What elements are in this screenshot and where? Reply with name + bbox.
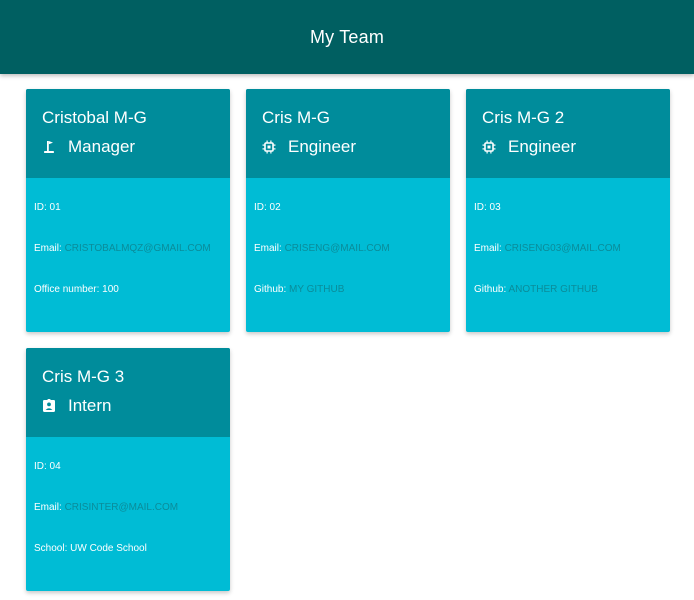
office-number: Office number: 100 (34, 284, 119, 295)
role-row: Engineer (262, 137, 434, 157)
chip-icon (262, 140, 276, 154)
github-row: Github: MY GITHUB (254, 284, 450, 296)
email-row: Email: CRISINTER@MAIL.COM (34, 502, 230, 514)
page-title: My Team (309, 26, 385, 47)
email-label: Email: (34, 502, 62, 513)
card-header: Cristobal M-G Manager (26, 89, 230, 178)
team-card-intern: Cris M-G 3 Intern ID: 04 Email: CRISINTE… (26, 348, 230, 591)
email-link[interactable]: CRISTOBALMQZ@GMAIL.COM (65, 243, 211, 254)
golf-flag-icon (42, 140, 56, 154)
github-label: Github: (254, 284, 287, 295)
card-header: Cris M-G 2 Engineer (466, 89, 670, 178)
card-body: ID: 04 Email: CRISINTER@MAIL.COM School:… (26, 437, 230, 555)
github-row: Github: ANOTHER GITHUB (474, 284, 670, 296)
card-header: Cris M-G Engineer (246, 89, 450, 178)
email-label: Email: (34, 243, 62, 254)
chip-icon (482, 140, 496, 154)
role-row: Manager (42, 137, 214, 157)
employee-id: ID: 01 (34, 202, 61, 213)
email-label: Email: (254, 243, 282, 254)
team-card-engineer: Cris M-G Engineer ID: 02 Email: CRISENG@… (246, 89, 450, 332)
employee-id: ID: 03 (474, 202, 501, 213)
role-row: Intern (42, 396, 214, 416)
email-link[interactable]: CRISENG03@MAIL.COM (505, 243, 621, 254)
github-link[interactable]: ANOTHER GITHUB (508, 284, 597, 295)
email-row: Email: CRISENG@MAIL.COM (254, 243, 450, 255)
employee-role: Engineer (288, 137, 357, 156)
employee-name: Cris M-G 2 (482, 108, 565, 127)
employee-id: ID: 04 (34, 461, 61, 472)
email-label: Email: (474, 243, 502, 254)
team-card-manager: Cristobal M-G Manager ID: 01 Email: CRIS… (26, 89, 230, 332)
school: School: UW Code School (34, 543, 147, 554)
card-header: Cris M-G 3 Intern (26, 348, 230, 437)
employee-role: Intern (68, 396, 112, 415)
card-body: ID: 03 Email: CRISENG03@MAIL.COM Github:… (466, 178, 670, 296)
employee-name: Cristobal M-G (42, 108, 147, 127)
id-badge-icon (42, 399, 56, 413)
email-link[interactable]: CRISINTER@MAIL.COM (65, 502, 179, 513)
employee-id: ID: 02 (254, 202, 281, 213)
card-body: ID: 02 Email: CRISENG@MAIL.COM Github: M… (246, 178, 450, 296)
email-link[interactable]: CRISENG@MAIL.COM (285, 243, 390, 254)
team-card-engineer-2: Cris M-G 2 Engineer ID: 03 Email: CRISEN… (466, 89, 670, 332)
employee-name: Cris M-G (262, 108, 330, 127)
employee-name: Cris M-G 3 (42, 367, 125, 386)
role-row: Engineer (482, 137, 654, 157)
github-label: Github: (474, 284, 507, 295)
email-row: Email: CRISENG03@MAIL.COM (474, 243, 670, 255)
github-link[interactable]: MY GITHUB (289, 284, 344, 295)
email-row: Email: CRISTOBALMQZ@GMAIL.COM (34, 243, 230, 255)
card-body: ID: 01 Email: CRISTOBALMQZ@GMAIL.COM Off… (26, 178, 230, 296)
employee-role: Engineer (508, 137, 577, 156)
app-header: My Team (0, 0, 694, 74)
employee-role: Manager (68, 137, 136, 156)
